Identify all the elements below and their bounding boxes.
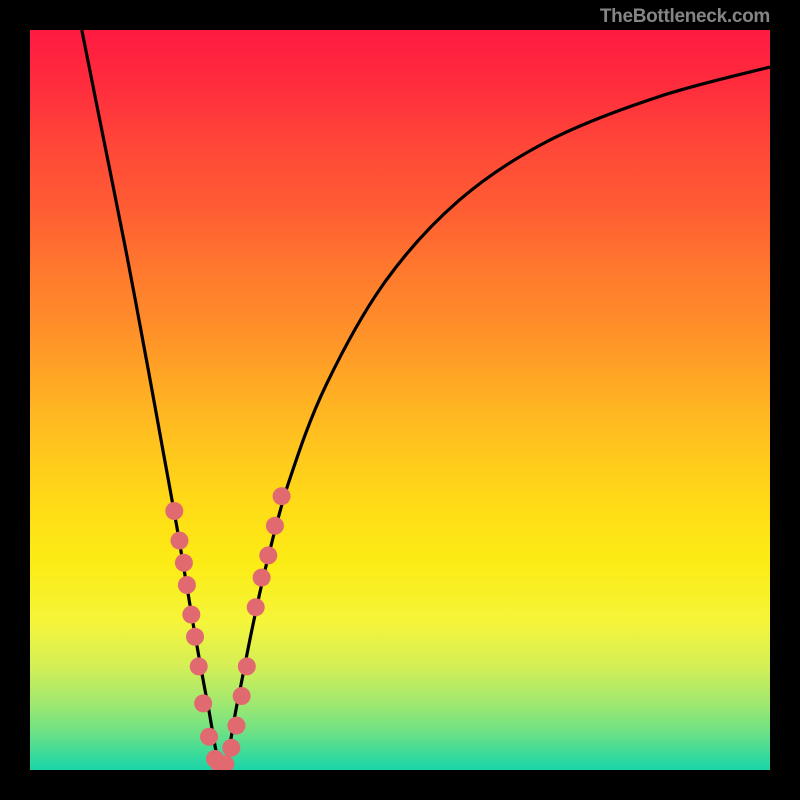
chart-svg	[30, 30, 770, 770]
data-point	[186, 628, 204, 646]
data-point	[200, 728, 218, 746]
data-point	[178, 576, 196, 594]
data-point	[175, 554, 193, 572]
data-point	[182, 606, 200, 624]
data-point	[227, 717, 245, 735]
data-point	[238, 657, 256, 675]
chart-container: TheBottleneck.com	[0, 0, 800, 800]
bottleneck-curve	[82, 30, 770, 770]
data-point	[233, 687, 251, 705]
data-point	[222, 739, 240, 757]
data-point	[273, 487, 291, 505]
data-point	[170, 532, 188, 550]
plot-background	[30, 30, 770, 770]
scatter-points	[165, 487, 290, 770]
data-point	[266, 517, 284, 535]
data-point	[247, 598, 265, 616]
attribution-text: TheBottleneck.com	[600, 6, 770, 28]
data-point	[165, 502, 183, 520]
data-point	[259, 546, 277, 564]
data-point	[194, 694, 212, 712]
data-point	[190, 657, 208, 675]
data-point	[253, 569, 271, 587]
